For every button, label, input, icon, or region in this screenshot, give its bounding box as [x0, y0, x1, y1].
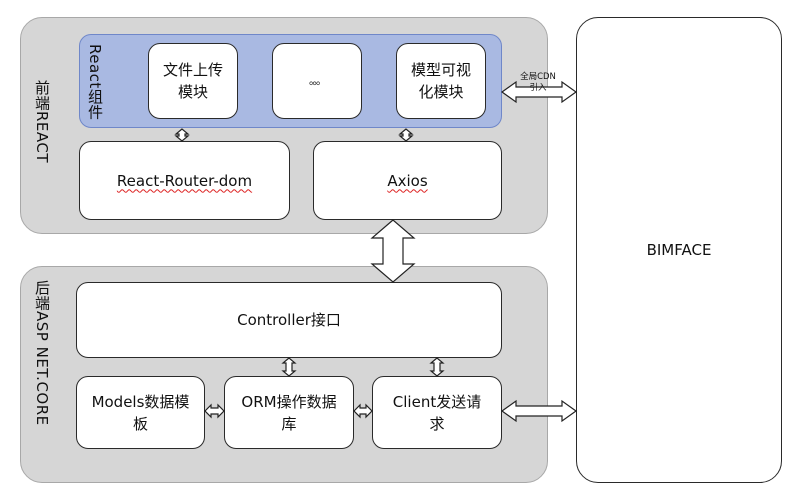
arrow-orm-client: [353, 403, 373, 419]
arrow-controller-orm: [281, 357, 297, 377]
arrow-frontend-backend: [370, 219, 416, 283]
arrow-client-bimface: [500, 399, 578, 423]
arrow-models-orm: [204, 403, 225, 419]
cdn-note: 全局CDN引入: [520, 72, 556, 93]
arrow-upload-router: [174, 128, 190, 142]
arrow-controller-client: [429, 357, 445, 377]
arrow-visual-axios: [398, 128, 414, 142]
connector-arrows: [174, 80, 578, 423]
